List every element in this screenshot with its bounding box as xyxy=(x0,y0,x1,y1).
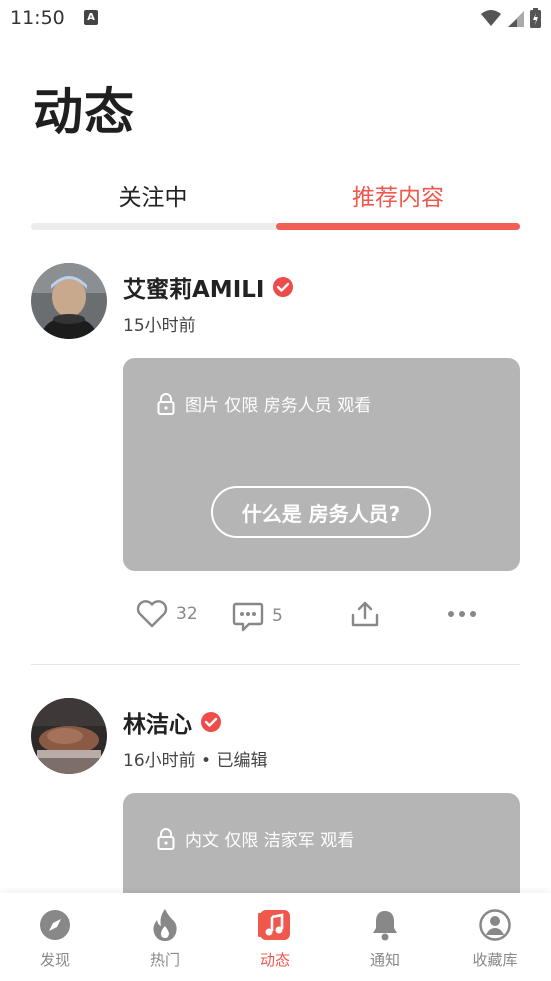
author-name[interactable]: 林洁心 xyxy=(123,705,222,739)
flame-icon xyxy=(153,909,177,941)
notification-a-icon: A xyxy=(84,10,98,25)
bell-icon xyxy=(373,911,397,941)
system-icons xyxy=(480,8,541,28)
verified-badge-icon xyxy=(273,277,294,297)
author-name[interactable]: 艾蜜莉AMILI xyxy=(123,270,294,304)
lock-icon xyxy=(157,827,175,850)
avatar[interactable] xyxy=(31,698,107,774)
post-actions: 32 5 xyxy=(136,600,496,640)
bottom-navigation: 发现 热门 动态 通知 收藏库 xyxy=(0,893,551,981)
more-button[interactable] xyxy=(447,610,477,618)
locked-content: 图片 仅限 房务人员 观看 什么是 房务人员? xyxy=(123,358,520,571)
author-name-text: 林洁心 xyxy=(123,712,192,738)
profile-icon xyxy=(479,909,511,941)
nav-item-discover[interactable]: 发现 xyxy=(15,907,95,970)
tab-recommended[interactable]: 推荐内容 xyxy=(276,178,520,212)
comment-button[interactable]: 5 xyxy=(232,600,283,632)
nav-label: 发现 xyxy=(39,951,70,969)
post-divider xyxy=(31,664,520,665)
tab-active-indicator xyxy=(276,223,520,230)
feed-tabs: 关注中 推荐内容 xyxy=(31,170,520,232)
more-icon xyxy=(448,611,476,617)
lock-icon xyxy=(157,392,175,415)
battery-icon xyxy=(530,8,541,28)
comment-icon xyxy=(232,602,264,632)
music-note-icon xyxy=(258,910,290,940)
locked-notice-text: 图片 仅限 房务人员 观看 xyxy=(185,396,372,416)
status-bar: 11:50 A xyxy=(0,0,551,36)
nav-item-feed[interactable]: 动态 xyxy=(235,907,315,970)
tab-following[interactable]: 关注中 xyxy=(31,178,275,212)
post-card: 艾蜜莉AMILI 15小时前 图片 仅限 房务人员 观看 什么是 房务人员? 3… xyxy=(31,263,520,632)
locked-notice-text: 内文 仅限 洁家军 观看 xyxy=(185,831,355,851)
nav-label: 热门 xyxy=(149,951,180,969)
nav-item-hot[interactable]: 热门 xyxy=(125,907,205,970)
nav-label: 动态 xyxy=(259,951,290,969)
status-time: 11:50 xyxy=(10,7,65,29)
like-button[interactable]: 32 xyxy=(136,600,198,628)
compass-icon xyxy=(40,910,70,940)
heart-icon xyxy=(136,600,168,628)
wifi-icon xyxy=(481,10,501,26)
nav-label: 通知 xyxy=(369,951,400,969)
post-time: 15小时前 xyxy=(123,316,196,336)
avatar[interactable] xyxy=(31,263,107,339)
nav-item-notifications[interactable]: 通知 xyxy=(345,907,425,970)
nav-label: 收藏库 xyxy=(472,951,518,969)
locked-notice: 图片 仅限 房务人员 观看 xyxy=(157,391,371,416)
post-card: 林洁心 16小时前 • 已编辑 内文 仅限 洁家军 观看 xyxy=(31,698,520,933)
author-name-text: 艾蜜莉AMILI xyxy=(123,277,265,303)
what-is-staff-button[interactable]: 什么是 房务人员? xyxy=(211,486,431,538)
verified-badge-icon xyxy=(201,712,221,732)
like-count: 32 xyxy=(176,604,198,624)
comment-count: 5 xyxy=(272,606,283,626)
share-button[interactable] xyxy=(350,600,380,628)
locked-notice: 内文 仅限 洁家军 观看 xyxy=(157,826,354,851)
share-icon xyxy=(351,601,379,627)
post-time: 16小时前 • 已编辑 xyxy=(123,751,268,771)
page-title: 动态 xyxy=(33,83,135,141)
cell-signal-icon xyxy=(508,11,524,27)
nav-item-library[interactable]: 收藏库 xyxy=(455,907,535,970)
